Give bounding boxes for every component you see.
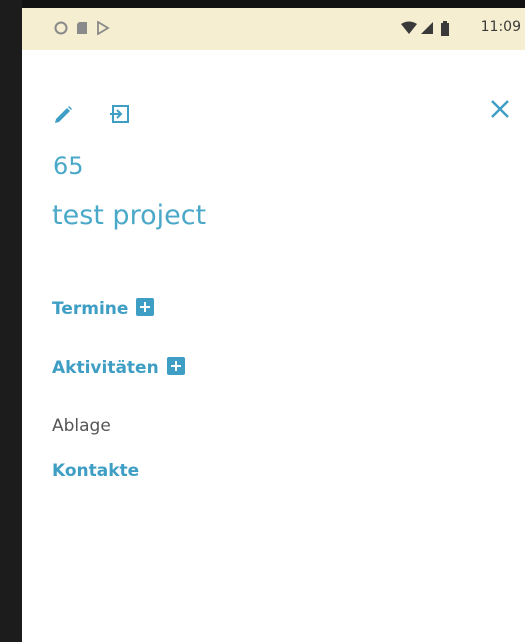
pencil-icon[interactable] [52, 104, 74, 126]
close-icon[interactable] [489, 98, 511, 120]
notification-circle-icon [54, 21, 68, 35]
sign-in-icon[interactable] [108, 103, 130, 125]
screen: 11:09 65 test project Termine Aktivitäte… [22, 8, 525, 642]
aktivitaeten-link[interactable]: Aktivitäten [52, 357, 185, 378]
phone-frame-top [0, 0, 525, 8]
project-number: 65 [53, 152, 84, 180]
ablage-label[interactable]: Ablage [52, 416, 111, 436]
add-aktivitaet-icon[interactable] [166, 357, 185, 375]
kontakte-link[interactable]: Kontakte [52, 461, 139, 481]
status-time: 11:09 [480, 19, 521, 35]
termine-label: Termine [52, 299, 129, 319]
add-termin-icon[interactable] [136, 298, 155, 316]
battery-icon [441, 21, 449, 36]
sd-card-icon [77, 22, 87, 34]
termine-link[interactable]: Termine [52, 298, 155, 319]
aktivitaeten-label: Aktivitäten [52, 358, 159, 378]
signal-icon [421, 22, 433, 34]
wifi-icon [401, 21, 417, 34]
project-name: test project [52, 200, 207, 231]
phone-frame-left [0, 0, 22, 642]
status-bar: 11:09 [22, 8, 525, 50]
play-store-icon [97, 21, 110, 35]
